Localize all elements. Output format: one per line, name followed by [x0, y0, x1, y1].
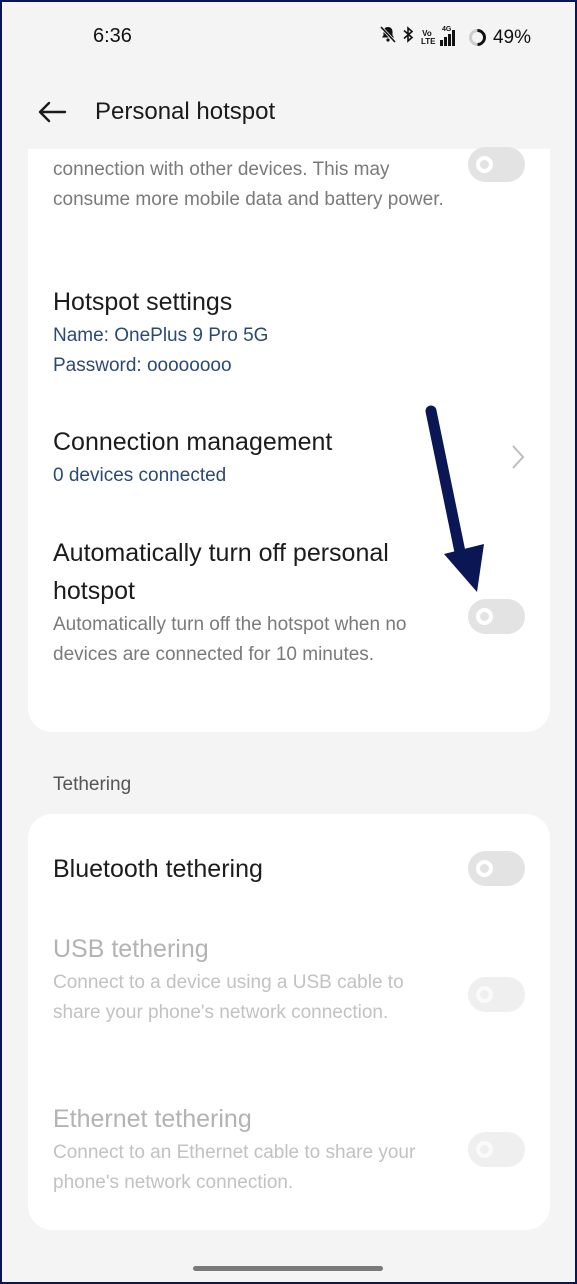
auto-turn-off-item[interactable]: Automatically turn off personal hotspot …	[53, 534, 443, 669]
volte-icon: Vo LTE	[420, 28, 436, 46]
partial-setting-desc: connection with other devices. This may …	[53, 159, 444, 210]
status-icons: Vo LTE 4G 49%	[379, 25, 531, 50]
auto-turn-off-title: Automatically turn off personal hotspot	[53, 539, 389, 605]
tethering-section-label: Tethering	[53, 774, 132, 795]
phone-screen: 6:36 Vo LTE 4G 49% Personal hotspot conn…	[2, 2, 575, 1282]
partial-setting-item[interactable]: connection with other devices. This may …	[53, 155, 463, 214]
bluetooth-tethering-title: Bluetooth tethering	[53, 855, 263, 883]
hotspot-settings-card: connection with other devices. This may …	[28, 147, 550, 732]
toggle-knob	[476, 156, 493, 173]
auto-turn-off-toggle[interactable]	[468, 599, 525, 634]
ethernet-tethering-title: Ethernet tethering	[53, 1105, 252, 1133]
battery-percent: 49%	[492, 26, 531, 48]
bluetooth-tethering-item[interactable]: Bluetooth tethering	[53, 850, 453, 888]
chevron-right-icon[interactable]	[508, 442, 528, 472]
toggle-knob	[476, 1141, 493, 1158]
signal-4g-icon: 4G	[439, 26, 462, 46]
gesture-nav-handle[interactable]	[193, 1266, 383, 1271]
hotspot-password: Password: oooooooo	[53, 354, 232, 376]
ethernet-tethering-desc: Connect to an Ethernet cable to share yo…	[53, 1142, 416, 1193]
usb-tethering-item[interactable]: USB tethering Connect to a device using …	[53, 930, 433, 1027]
page-title: Personal hotspot	[95, 98, 276, 125]
status-bar: 6:36 Vo LTE 4G 49%	[2, 2, 575, 74]
hotspot-settings-item[interactable]: Hotspot settings Name: OnePlus 9 Pro 5G …	[53, 283, 453, 380]
toggle-knob	[476, 860, 493, 877]
arrow-left-icon	[38, 101, 67, 123]
hotspot-name: Name: OnePlus 9 Pro 5G	[53, 325, 269, 346]
bluetooth-tethering-toggle[interactable]	[468, 851, 525, 886]
ethernet-tethering-toggle[interactable]	[468, 1132, 525, 1167]
status-time: 6:36	[93, 25, 132, 47]
connection-management-title: Connection management	[53, 428, 333, 456]
hotspot-settings-title: Hotspot settings	[53, 288, 233, 316]
toggle-knob	[476, 608, 493, 625]
usb-tethering-toggle[interactable]	[468, 977, 525, 1012]
back-button[interactable]	[32, 92, 72, 132]
connection-management-item[interactable]: Connection management 0 devices connecte…	[53, 423, 453, 491]
auto-turn-off-desc: Automatically turn off the hotspot when …	[53, 614, 407, 665]
bluetooth-icon	[403, 26, 414, 49]
usb-tethering-title: USB tethering	[53, 935, 209, 963]
partial-setting-toggle[interactable]	[468, 147, 525, 182]
devices-connected-count: 0 devices connected	[53, 465, 227, 486]
bell-muted-icon	[379, 25, 397, 49]
toggle-knob	[476, 986, 493, 1003]
battery-ring-icon	[465, 25, 490, 50]
ethernet-tethering-item[interactable]: Ethernet tethering Connect to an Etherne…	[53, 1100, 453, 1197]
usb-tethering-desc: Connect to a device using a USB cable to…	[53, 972, 404, 1023]
app-header: Personal hotspot	[2, 74, 575, 150]
tethering-card: Bluetooth tethering USB tethering Connec…	[28, 814, 550, 1230]
